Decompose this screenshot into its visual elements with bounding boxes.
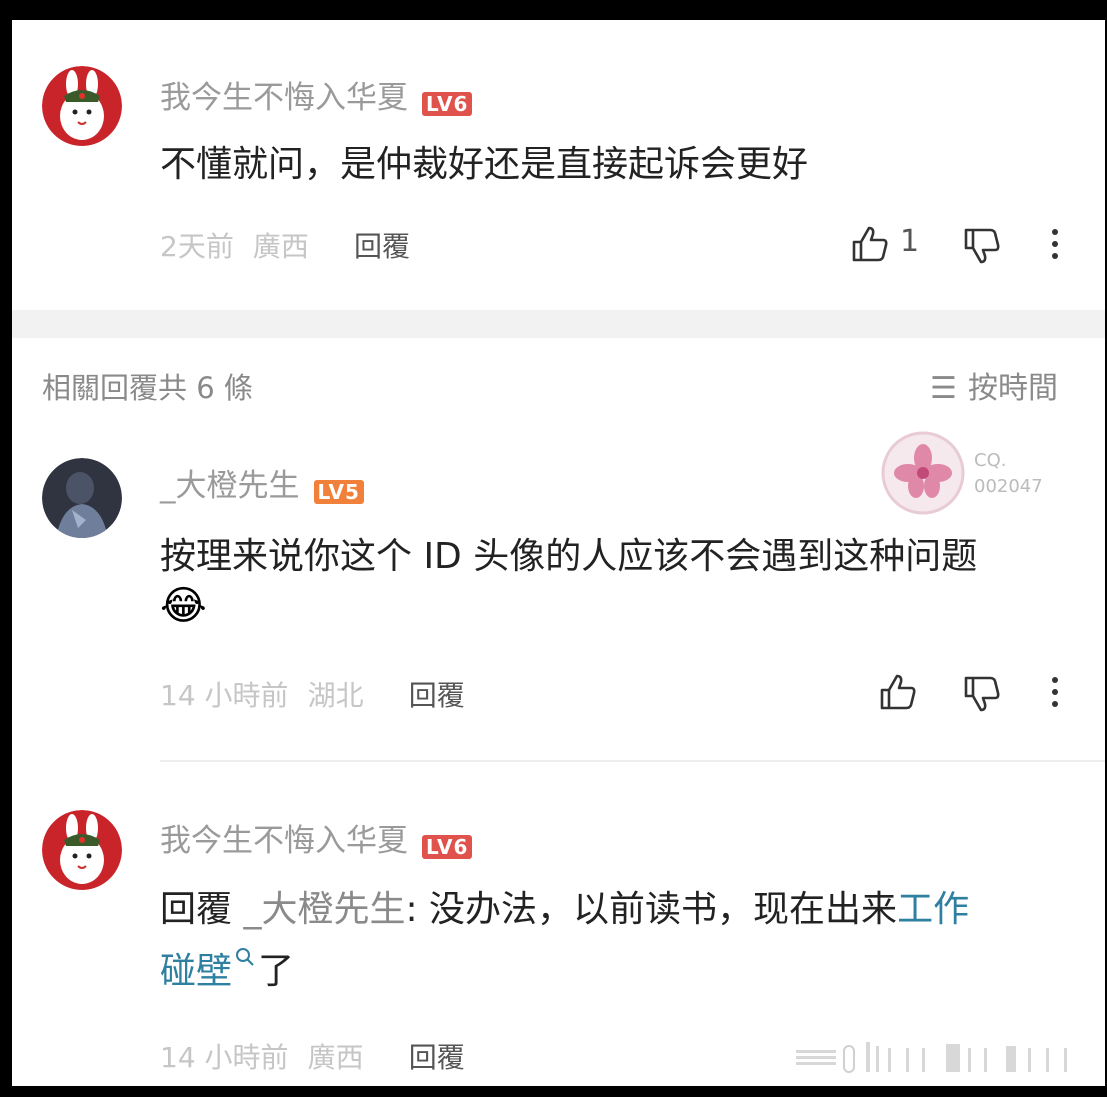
- reply-location: 湖北: [307, 679, 364, 712]
- reply-time: 14 小時前: [160, 1041, 289, 1074]
- reply-text-part2: 了: [258, 951, 295, 992]
- replies-count-title: 相關回覆共 6 條: [42, 371, 253, 405]
- sort-list-icon: ☰: [930, 371, 957, 406]
- badge-code-line1: CQ.: [974, 450, 1007, 471]
- comment-location: 廣西: [252, 230, 309, 263]
- reply-time: 14 小時前: [160, 679, 289, 712]
- sort-label: 按時間: [968, 371, 1058, 406]
- avatar[interactable]: [42, 810, 122, 890]
- reply-button[interactable]: 回覆: [354, 230, 410, 263]
- dislike-button[interactable]: [962, 674, 1002, 714]
- laughing-emoji-icon: 😂: [160, 583, 207, 629]
- rabbit-avatar-icon: [42, 66, 122, 146]
- comment-meta: 2天前 廣西 回覆: [160, 225, 410, 265]
- reply-button[interactable]: 回覆: [409, 679, 465, 712]
- more-vertical-icon: [1052, 677, 1058, 707]
- level-badge: LV5: [313, 479, 364, 504]
- reply-text-part1: : 没办法，以前读书，现在出来: [405, 889, 898, 930]
- person-photo-avatar-icon: [42, 458, 122, 538]
- watermark-icon: [796, 1042, 1067, 1073]
- like-button[interactable]: [850, 224, 890, 264]
- collectible-badge: [878, 428, 968, 522]
- reply-meta: 14 小時前 湖北 回覆: [160, 674, 465, 714]
- section-divider: [12, 310, 1105, 338]
- reply-location: 廣西: [307, 1041, 364, 1074]
- reply-text: 按理来说你这个 ID 头像的人应该不会遇到这种问题: [160, 536, 978, 577]
- level-badge: LV6: [422, 91, 473, 116]
- search-link-part1[interactable]: 工作: [897, 889, 969, 930]
- more-menu-button[interactable]: [1047, 674, 1063, 714]
- reply-text-line2: 碰壁了: [160, 942, 294, 994]
- reply-button[interactable]: 回覆: [409, 1041, 465, 1074]
- comment-panel: 我今生不悔入华夏 LV6 不懂就问，是仲裁好还是直接起诉会更好 2天前 廣西 回覆…: [12, 20, 1105, 1086]
- like-count: 1: [900, 224, 920, 259]
- username[interactable]: 我今生不悔入华夏: [160, 80, 408, 116]
- avatar[interactable]: [42, 66, 122, 146]
- thumbs-down-icon: [964, 228, 1000, 264]
- like-button[interactable]: [878, 672, 918, 712]
- thumbs-up-icon: [880, 674, 916, 710]
- comment-time: 2天前: [160, 230, 234, 263]
- level-badge: LV6: [422, 834, 473, 859]
- rabbit-avatar-icon: [42, 810, 122, 890]
- username[interactable]: _大橙先生: [160, 468, 300, 504]
- flower-badge-icon: [881, 431, 965, 515]
- reply-header: _大橙先生 LV5: [160, 460, 364, 505]
- more-menu-button[interactable]: [1047, 226, 1063, 266]
- username[interactable]: 我今生不悔入华夏: [160, 823, 408, 859]
- avatar[interactable]: [42, 458, 122, 538]
- watermark-graphic: [796, 1038, 1086, 1082]
- reply-header: 我今生不悔入华夏 LV6: [160, 815, 473, 860]
- dislike-button[interactable]: [962, 226, 1002, 266]
- search-icon[interactable]: [234, 946, 256, 968]
- sort-toggle[interactable]: ☰ 按時間: [930, 363, 1058, 407]
- reply-text-line1: 回覆 _大橙先生: 没办法，以前读书，现在出来工作: [160, 880, 969, 932]
- badge-code-line2: 002047: [974, 476, 1043, 497]
- mention-username[interactable]: _大橙先生: [243, 889, 405, 930]
- thumbs-up-icon: [852, 226, 888, 262]
- search-link-part2[interactable]: 碰壁: [160, 951, 232, 992]
- reply-meta: 14 小時前 廣西 回覆: [160, 1036, 465, 1076]
- reply-prefix: 回覆: [160, 889, 233, 930]
- comment-text: 不懂就问，是仲裁好还是直接起诉会更好: [160, 144, 809, 185]
- more-vertical-icon: [1052, 229, 1058, 259]
- badge-code: CQ. 002047: [974, 448, 1043, 500]
- reply-separator: [160, 760, 1105, 762]
- thumbs-down-icon: [964, 676, 1000, 712]
- comment-header: 我今生不悔入华夏 LV6: [160, 72, 473, 117]
